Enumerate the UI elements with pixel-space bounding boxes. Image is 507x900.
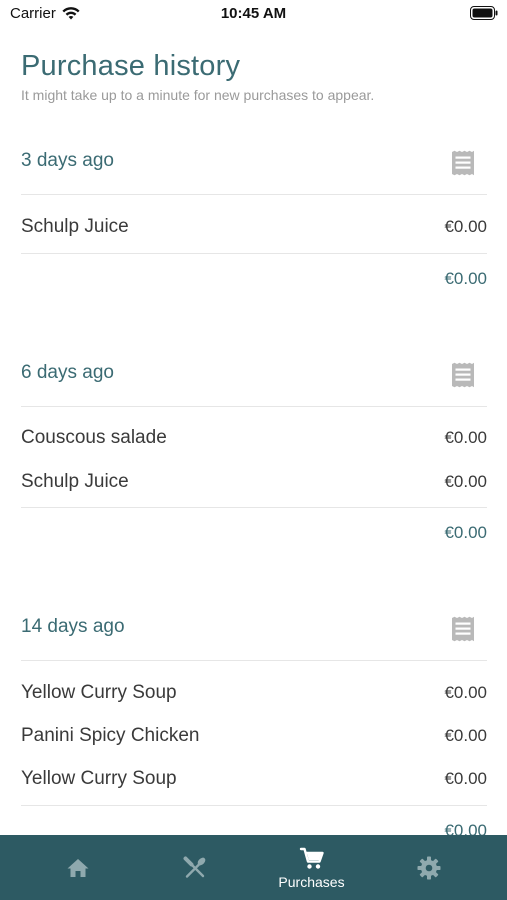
item-name: Panini Spicy Chicken <box>21 725 200 746</box>
item-name: Schulp Juice <box>21 216 129 237</box>
divider <box>21 660 487 661</box>
item-price: €0.00 <box>444 217 487 236</box>
divider <box>21 406 487 407</box>
tab-bar: Purchases <box>0 835 507 900</box>
tab-settings[interactable] <box>370 835 487 900</box>
divider <box>21 805 487 806</box>
purchase-history-list[interactable]: Purchase history It might take up to a m… <box>0 0 507 835</box>
item-name: Yellow Curry Soup <box>21 682 177 703</box>
item-name: Yellow Curry Soup <box>21 768 177 789</box>
gear-icon <box>417 856 440 879</box>
purchase-date: 6 days ago <box>21 362 114 383</box>
home-icon <box>67 858 88 877</box>
receipt-icon[interactable] <box>450 150 476 176</box>
divider <box>21 507 487 508</box>
item-name: Schulp Juice <box>21 471 129 492</box>
tab-menu[interactable] <box>136 835 253 900</box>
receipt-icon[interactable] <box>450 362 476 388</box>
purchase-date: 14 days ago <box>21 616 125 637</box>
receipt-icon[interactable] <box>450 616 476 642</box>
item-name: Couscous salade <box>21 427 167 448</box>
cart-icon <box>299 847 324 869</box>
total-price: €0.00 <box>444 269 487 288</box>
page-subtitle: It might take up to a minute for new pur… <box>21 87 375 103</box>
item-price: €0.00 <box>444 769 487 788</box>
divider <box>21 194 487 195</box>
item-price: €0.00 <box>444 683 487 702</box>
purchase-date: 3 days ago <box>21 150 114 171</box>
tab-home[interactable] <box>19 835 136 900</box>
item-price: €0.00 <box>444 726 487 745</box>
divider <box>21 253 487 254</box>
total-price: €0.00 <box>444 523 487 542</box>
total-price: €0.00 <box>444 821 487 835</box>
item-price: €0.00 <box>444 428 487 447</box>
tab-purchases[interactable]: Purchases <box>253 835 370 900</box>
item-price: €0.00 <box>444 472 487 491</box>
tab-purchases-label: Purchases <box>278 873 345 890</box>
page-title: Purchase history <box>21 50 241 82</box>
utensils-icon <box>183 856 205 878</box>
